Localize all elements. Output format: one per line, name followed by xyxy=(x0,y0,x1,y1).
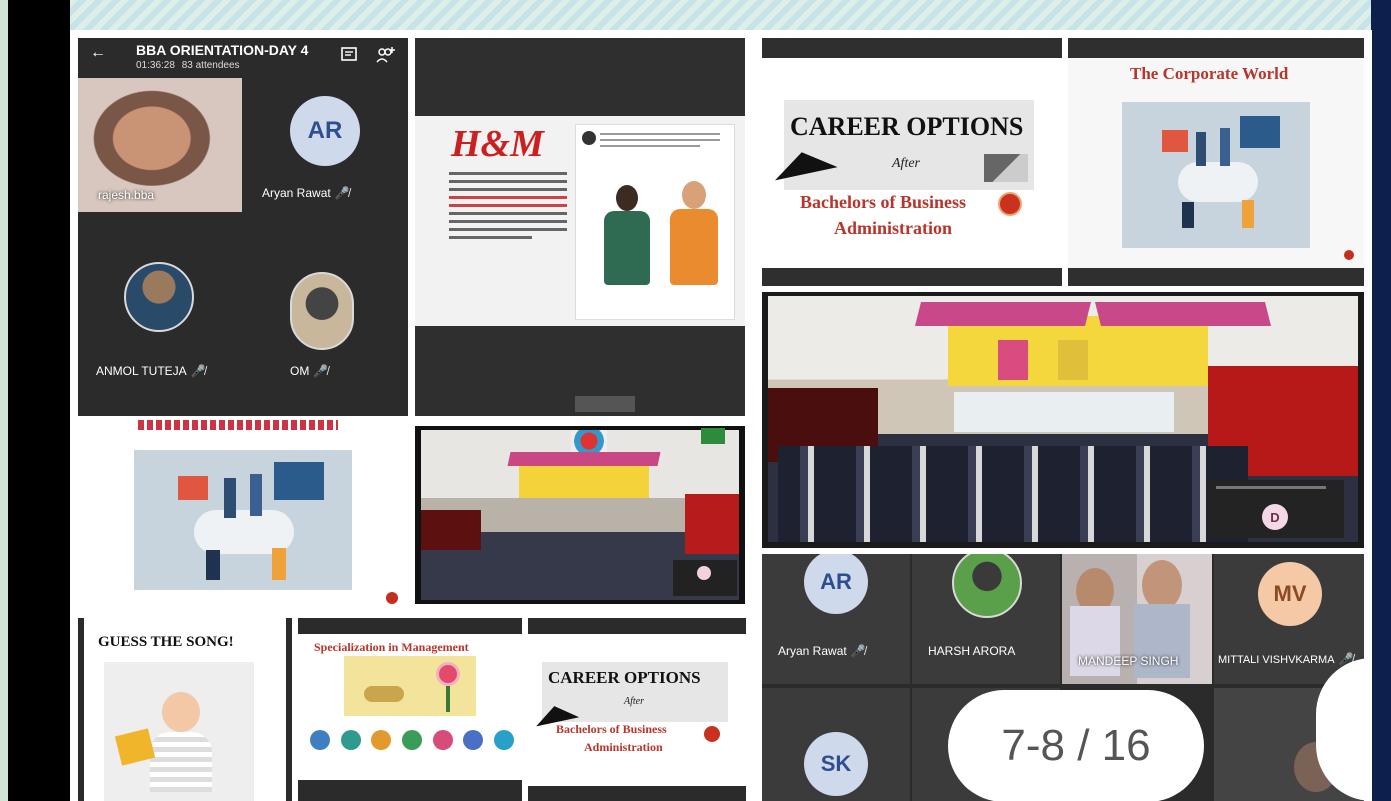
participant-tile-aryan[interactable]: AR Aryan Rawat 🎤̸ xyxy=(244,78,408,212)
red-circle-badge xyxy=(998,192,1022,216)
back-arrow-icon[interactable]: ← xyxy=(90,44,106,62)
top-border xyxy=(70,0,1372,34)
career-slide-small-tile: CAREER OPTIONS After Bachelors of Busine… xyxy=(528,618,746,801)
participant-tile-mandeep[interactable]: MANDEEP SINGH xyxy=(1062,554,1212,684)
career-title: CAREER OPTIONS xyxy=(548,668,701,687)
hm-slide-tile: H&M xyxy=(415,38,745,416)
avatar: AR xyxy=(290,96,360,166)
meeting-attendees: 83 attendees xyxy=(181,60,240,71)
stairs-icon xyxy=(984,154,1028,182)
participant-tile-om[interactable]: OM 🎤̸ xyxy=(244,214,408,416)
guess-song-slide: GUESS THE SONG! xyxy=(84,618,286,801)
baby-photo xyxy=(104,662,254,801)
meeting-subtitle: 01:36:28 83 attendees xyxy=(136,60,240,71)
mic-muted-icon: 🎤̸ xyxy=(190,364,206,378)
career-degree-line1: Bachelors of Business xyxy=(800,192,967,212)
slide-nav-bar xyxy=(575,396,635,412)
career-title: CAREER OPTIONS xyxy=(790,112,1024,141)
collage-page: ← BBA ORIENTATION-DAY 4 01:36:28 83 atte… xyxy=(70,30,1372,801)
avatar: SK xyxy=(804,732,868,796)
career-slide-small: CAREER OPTIONS After Bachelors of Busine… xyxy=(528,634,746,786)
inauguration-scene: D xyxy=(768,296,1358,542)
avatar: MV xyxy=(1258,562,1322,626)
red-circle-badge xyxy=(704,726,720,742)
mic-muted-icon: 🎤̸ xyxy=(313,364,329,378)
meeting-header: ← BBA ORIENTATION-DAY 4 01:36:28 83 atte… xyxy=(78,38,408,78)
mini-meeting-bar[interactable]: D xyxy=(1208,480,1344,538)
mic-muted-icon: 🎤̸ xyxy=(334,186,350,200)
career-degree-line1: Bachelors of Business xyxy=(556,722,667,736)
participant-name: Aryan Rawat 🎤̸ xyxy=(262,186,350,200)
growth-illustration xyxy=(344,656,476,716)
page-counter: 7-8 / 16 xyxy=(948,690,1204,801)
specialization-slide: Specialization in Management xyxy=(298,634,522,780)
meeting-duration: 01:36:28 xyxy=(136,60,175,71)
guess-song-title: GUESS THE SONG! xyxy=(98,634,234,650)
participant-name: MANDEEP SINGH xyxy=(1078,654,1179,668)
specialization-icons-row xyxy=(310,730,514,752)
profile-photo xyxy=(290,272,354,350)
inauguration-video-small xyxy=(415,426,745,604)
corporate-slide-small-tile xyxy=(78,420,408,612)
hm-slide: H&M xyxy=(415,116,745,326)
meeting-title: BBA ORIENTATION-DAY 4 xyxy=(136,42,309,58)
profile-photo xyxy=(124,262,194,332)
kid-orange-hoodie xyxy=(668,181,720,297)
profile-photo xyxy=(952,554,1022,618)
career-degree-line2: Administration xyxy=(834,218,953,238)
corporate-slide-tile: The Corporate World xyxy=(1068,38,1364,286)
specialization-slide-tile: Specialization in Management xyxy=(298,618,522,801)
participant-tile-sk[interactable]: SK xyxy=(762,688,910,801)
left-border xyxy=(0,0,8,801)
participant-tile-aryan-2[interactable]: AR Aryan Rawat 🎤̸ xyxy=(762,554,910,684)
corporate-slide: The Corporate World xyxy=(1068,58,1364,268)
participant-name: Aryan Rawat 🎤̸ xyxy=(778,644,866,658)
specialization-title: Specialization in Management xyxy=(314,640,469,654)
participant-name: HARSH ARORA xyxy=(928,644,1016,658)
participant-tile-mittali[interactable]: MV MITTALI VISHVKARMA 🎤̸ xyxy=(1214,554,1364,684)
meeting-grid-left: ← BBA ORIENTATION-DAY 4 01:36:28 83 atte… xyxy=(78,38,408,416)
corporate-slide-small-cutoff xyxy=(138,420,338,430)
inauguration-scene xyxy=(421,430,739,600)
right-border xyxy=(1371,0,1391,801)
participant-name: OM 🎤̸ xyxy=(290,364,329,378)
add-people-icon[interactable] xyxy=(376,46,396,69)
career-after: After xyxy=(892,156,920,171)
logo-badge xyxy=(701,428,725,444)
corporate-title: The Corporate World xyxy=(1130,64,1289,83)
career-degree-line2: Administration xyxy=(584,740,663,754)
tweet-card xyxy=(575,124,735,320)
guess-song-slide-tile: GUESS THE SONG! xyxy=(78,618,292,801)
participant-tile-rajesh[interactable]: rajesh.bba xyxy=(78,78,242,212)
video-controls[interactable] xyxy=(673,560,737,596)
participant-tile-harsh[interactable]: HARSH ARORA xyxy=(912,554,1060,684)
hm-logo: H&M xyxy=(451,123,544,165)
participant-name: MITTALI VISHVKARMA 🎤̸ xyxy=(1218,652,1354,666)
red-dot xyxy=(1344,250,1354,260)
participant-name: ANMOL TUTEJA 🎤̸ xyxy=(96,364,206,378)
hm-body-text xyxy=(449,172,567,244)
career-slide: CAREER OPTIONS After Bachelors of Busine… xyxy=(762,58,1062,268)
office-illustration xyxy=(1122,102,1310,248)
career-after: After xyxy=(624,696,644,707)
participant-tile-anmol[interactable]: ANMOL TUTEJA 🎤̸ xyxy=(78,214,242,416)
red-dot xyxy=(386,592,398,604)
mic-muted-icon: 🎤̸ xyxy=(850,644,866,658)
career-slide-tile: CAREER OPTIONS After Bachelors of Busine… xyxy=(762,38,1062,286)
avatar: D xyxy=(1262,504,1288,530)
collage-stage: ← BBA ORIENTATION-DAY 4 01:36:28 83 atte… xyxy=(0,0,1391,801)
office-illustration xyxy=(134,450,352,590)
inauguration-video-large: D xyxy=(762,292,1364,548)
chat-icon[interactable] xyxy=(340,46,358,69)
avatar: AR xyxy=(804,554,868,614)
kid-green-hoodie xyxy=(602,185,652,297)
participant-name: rajesh.bba xyxy=(98,188,155,202)
